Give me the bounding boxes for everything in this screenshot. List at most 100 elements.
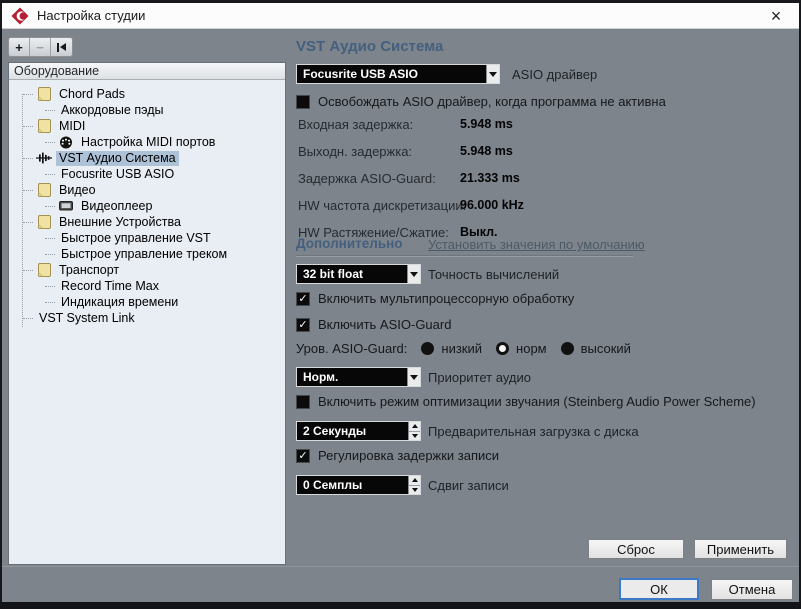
power-scheme-checkbox[interactable]: Включить режим оптимизации звучания (Ste… bbox=[296, 394, 756, 409]
chevron-down-icon bbox=[407, 265, 420, 283]
tree-item-индикация-времени[interactable]: Индикация времени bbox=[9, 294, 285, 310]
tree-column-header: Оборудование bbox=[9, 63, 285, 80]
tree-connector-stub bbox=[45, 205, 55, 207]
radio-high[interactable] bbox=[560, 342, 574, 355]
checkbox-label: Включить мультипроцессорную обработку bbox=[318, 291, 575, 306]
tree-item-label: Focusrite USB ASIO bbox=[61, 166, 175, 181]
arrow-down-icon[interactable] bbox=[409, 485, 420, 494]
priority-label: Приоритет аудио bbox=[428, 370, 531, 385]
asio-driver-value: Focusrite USB ASIO bbox=[303, 67, 418, 81]
checkmark-icon: ✓ bbox=[296, 448, 310, 463]
tree-item-label: Record Time Max bbox=[61, 278, 159, 293]
radio-high-label: высокий bbox=[580, 341, 631, 356]
asio-guard-checkbox[interactable]: ✓ Включить ASIO-Guard bbox=[296, 317, 451, 332]
tree-connector-stub bbox=[45, 237, 55, 239]
tree-item-внешние-устройства[interactable]: Внешние Устройства bbox=[9, 214, 285, 230]
chevron-down-icon bbox=[486, 65, 499, 83]
window-title: Настройка студии bbox=[37, 8, 146, 23]
tree-item-midi[interactable]: MIDI bbox=[9, 118, 285, 134]
folder-icon bbox=[36, 119, 52, 133]
checkbox-label: Включить ASIO-Guard bbox=[318, 317, 452, 332]
remove-device-button[interactable]: − bbox=[30, 38, 51, 56]
tree-item-видео[interactable]: Видео bbox=[9, 182, 285, 198]
skip-to-start-icon bbox=[57, 42, 66, 52]
record-shift-label: Сдвиг записи bbox=[428, 478, 509, 493]
preload-stepper[interactable]: 2 Секунды bbox=[296, 421, 421, 441]
tree-item-vst-аудио-система[interactable]: VST Аудио Система bbox=[9, 150, 285, 166]
info-value: 96.000 kHz bbox=[460, 198, 524, 212]
set-defaults-link[interactable]: Установить значения по умолчанию bbox=[428, 237, 645, 252]
asio-driver-label: ASIO драйвер bbox=[512, 67, 598, 82]
tree-connector-stub bbox=[23, 269, 33, 271]
tree-item-настройка-midi-портов[interactable]: Настройка MIDI портов bbox=[9, 134, 285, 150]
record-shift-value: 0 Семплы bbox=[303, 478, 363, 492]
tree-item-быстрое-управление-vst[interactable]: Быстрое управление VST bbox=[9, 230, 285, 246]
reset-button[interactable]: Сброс bbox=[588, 539, 684, 559]
bottom-divider bbox=[0, 566, 801, 567]
folder-icon bbox=[36, 87, 52, 101]
cancel-button[interactable]: Отмена bbox=[711, 579, 793, 600]
preload-value: 2 Секунды bbox=[303, 424, 367, 438]
tree-item-быстрое-управление-треком[interactable]: Быстрое управление треком bbox=[9, 246, 285, 262]
tree-item-label: Внешние Устройства bbox=[59, 214, 181, 229]
tree-connector-stub bbox=[45, 253, 55, 255]
tree-item-транспорт[interactable]: Транспорт bbox=[9, 262, 285, 278]
folder-icon bbox=[36, 263, 52, 277]
tree-item-label: Chord Pads bbox=[59, 86, 126, 101]
ok-button[interactable]: ОК bbox=[619, 578, 699, 600]
add-device-button[interactable]: + bbox=[9, 38, 30, 56]
tree-item-label: Аккордовые пэды bbox=[61, 102, 164, 117]
multiprocessing-checkbox[interactable]: ✓ Включить мультипроцессорную обработку bbox=[296, 291, 574, 306]
chevron-down-icon bbox=[407, 368, 420, 386]
page-title: VST Аудио Система bbox=[296, 38, 444, 55]
title-bar: Настройка студии × bbox=[2, 3, 799, 29]
group-label: Уров. ASIO-Guard: bbox=[296, 341, 408, 356]
record-shift-stepper[interactable]: 0 Семплы bbox=[296, 475, 421, 495]
checkbox-label: Регулировка задержки записи bbox=[318, 448, 500, 463]
priority-value: Норм. bbox=[303, 370, 339, 384]
info-label: Входная задержка: bbox=[298, 117, 414, 132]
arrow-up-icon[interactable] bbox=[409, 476, 420, 486]
radio-normal[interactable] bbox=[496, 342, 510, 355]
radio-low[interactable] bbox=[421, 342, 435, 355]
cubase-logo-icon bbox=[11, 6, 29, 25]
tree-item-label: Индикация времени bbox=[61, 294, 179, 309]
record-latency-checkbox[interactable]: ✓ Регулировка задержки записи bbox=[296, 448, 499, 463]
stepper-arrows bbox=[408, 476, 420, 494]
tree-connector-stub bbox=[23, 125, 33, 127]
tree-item-focusrite-usb-asio[interactable]: Focusrite USB ASIO bbox=[9, 166, 285, 182]
close-icon[interactable]: × bbox=[763, 4, 789, 28]
tree-connector-stub bbox=[45, 141, 55, 143]
folder-icon bbox=[36, 183, 52, 197]
asio-driver-select[interactable]: Focusrite USB ASIO bbox=[296, 64, 500, 84]
folder-icon bbox=[36, 215, 52, 229]
reset-tree-button[interactable] bbox=[51, 38, 72, 56]
apply-button[interactable]: Применить bbox=[694, 539, 787, 559]
precision-label: Точность вычислений bbox=[428, 267, 560, 282]
checkbox-icon bbox=[296, 394, 310, 409]
checkbox-label: Освобождать ASIO драйвер, когда программ… bbox=[318, 94, 666, 109]
checkbox-icon bbox=[296, 94, 310, 109]
tree-item-chord-pads[interactable]: Chord Pads bbox=[9, 86, 285, 102]
precision-value: 32 bit float bbox=[303, 267, 364, 281]
tree-connector-stub bbox=[45, 109, 55, 111]
arrow-up-icon[interactable] bbox=[409, 422, 420, 432]
latency-info: Входная задержка: 5.948 ms Выходн. задержк… bbox=[298, 117, 678, 252]
tree-item-label: VST System Link bbox=[39, 310, 135, 325]
device-tree-panel: Оборудование Chord Pads Аккордовые пэды MI… bbox=[8, 62, 286, 565]
tree-connector-stub bbox=[45, 285, 55, 287]
video-player-icon bbox=[58, 201, 74, 211]
release-driver-checkbox[interactable]: Освобождать ASIO драйвер, когда программ… bbox=[296, 94, 666, 109]
tree-item-видеоплеер[interactable]: Видеоплеер bbox=[9, 198, 285, 214]
tree-item-record-time-max[interactable]: Record Time Max bbox=[9, 278, 285, 294]
tree-connector-stub bbox=[45, 173, 55, 175]
tree-connector-stub bbox=[23, 93, 33, 95]
tree-item-аккордовые-пэды[interactable]: Аккордовые пэды bbox=[9, 102, 285, 118]
checkmark-icon: ✓ bbox=[296, 317, 310, 332]
precision-select[interactable]: 32 bit float bbox=[296, 264, 421, 284]
remove-glyph: − bbox=[36, 39, 44, 55]
arrow-down-icon[interactable] bbox=[409, 431, 420, 440]
info-row: Задержка ASIO-Guard: 21.333 ms bbox=[298, 171, 678, 198]
tree-item-vst-system-link[interactable]: VST System Link bbox=[9, 310, 285, 326]
audio-priority-select[interactable]: Норм. bbox=[296, 367, 421, 387]
